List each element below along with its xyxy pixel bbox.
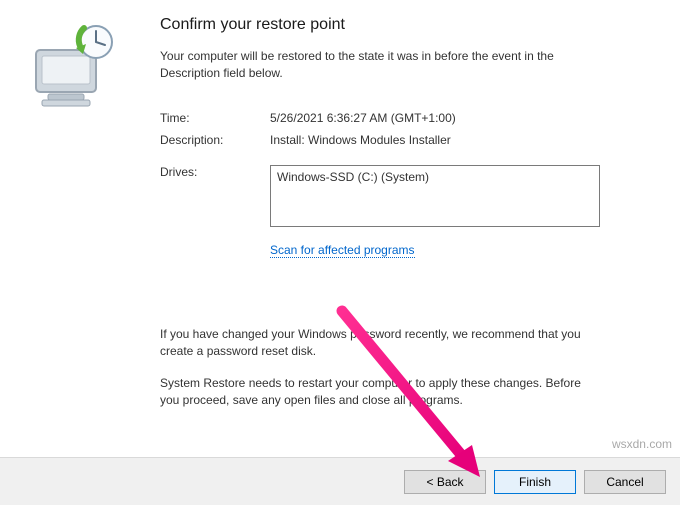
back-button[interactable]: < Back (404, 470, 486, 494)
drives-row: Drives: Windows-SSD (C:) (System) (160, 165, 646, 227)
description-label: Description: (160, 133, 270, 147)
intro-text: Your computer will be restored to the st… (160, 48, 590, 83)
drive-item[interactable]: Windows-SSD (C:) (System) (277, 170, 593, 184)
icon-column (20, 16, 160, 457)
button-bar: < Back Finish Cancel (0, 457, 680, 505)
drives-label: Drives: (160, 165, 270, 179)
time-row: Time: 5/26/2021 6:36:27 AM (GMT+1:00) (160, 111, 646, 125)
description-value: Install: Windows Modules Installer (270, 133, 646, 147)
time-value: 5/26/2021 6:36:27 AM (GMT+1:00) (270, 111, 646, 125)
drives-listbox[interactable]: Windows-SSD (C:) (System) (270, 165, 600, 227)
scan-affected-programs-link[interactable]: Scan for affected programs (270, 243, 415, 258)
system-restore-icon (26, 22, 160, 112)
system-restore-dialog: Confirm your restore point Your computer… (0, 0, 680, 505)
page-title: Confirm your restore point (160, 16, 646, 34)
time-label: Time: (160, 111, 270, 125)
password-note: If you have changed your Windows passwor… (160, 326, 590, 361)
description-row: Description: Install: Windows Modules In… (160, 133, 646, 147)
cancel-button[interactable]: Cancel (584, 470, 666, 494)
restart-note: System Restore needs to restart your com… (160, 375, 590, 410)
content-area: Confirm your restore point Your computer… (0, 0, 680, 457)
finish-button[interactable]: Finish (494, 470, 576, 494)
main-column: Confirm your restore point Your computer… (160, 16, 660, 457)
watermark-text: wsxdn.com (612, 437, 672, 451)
